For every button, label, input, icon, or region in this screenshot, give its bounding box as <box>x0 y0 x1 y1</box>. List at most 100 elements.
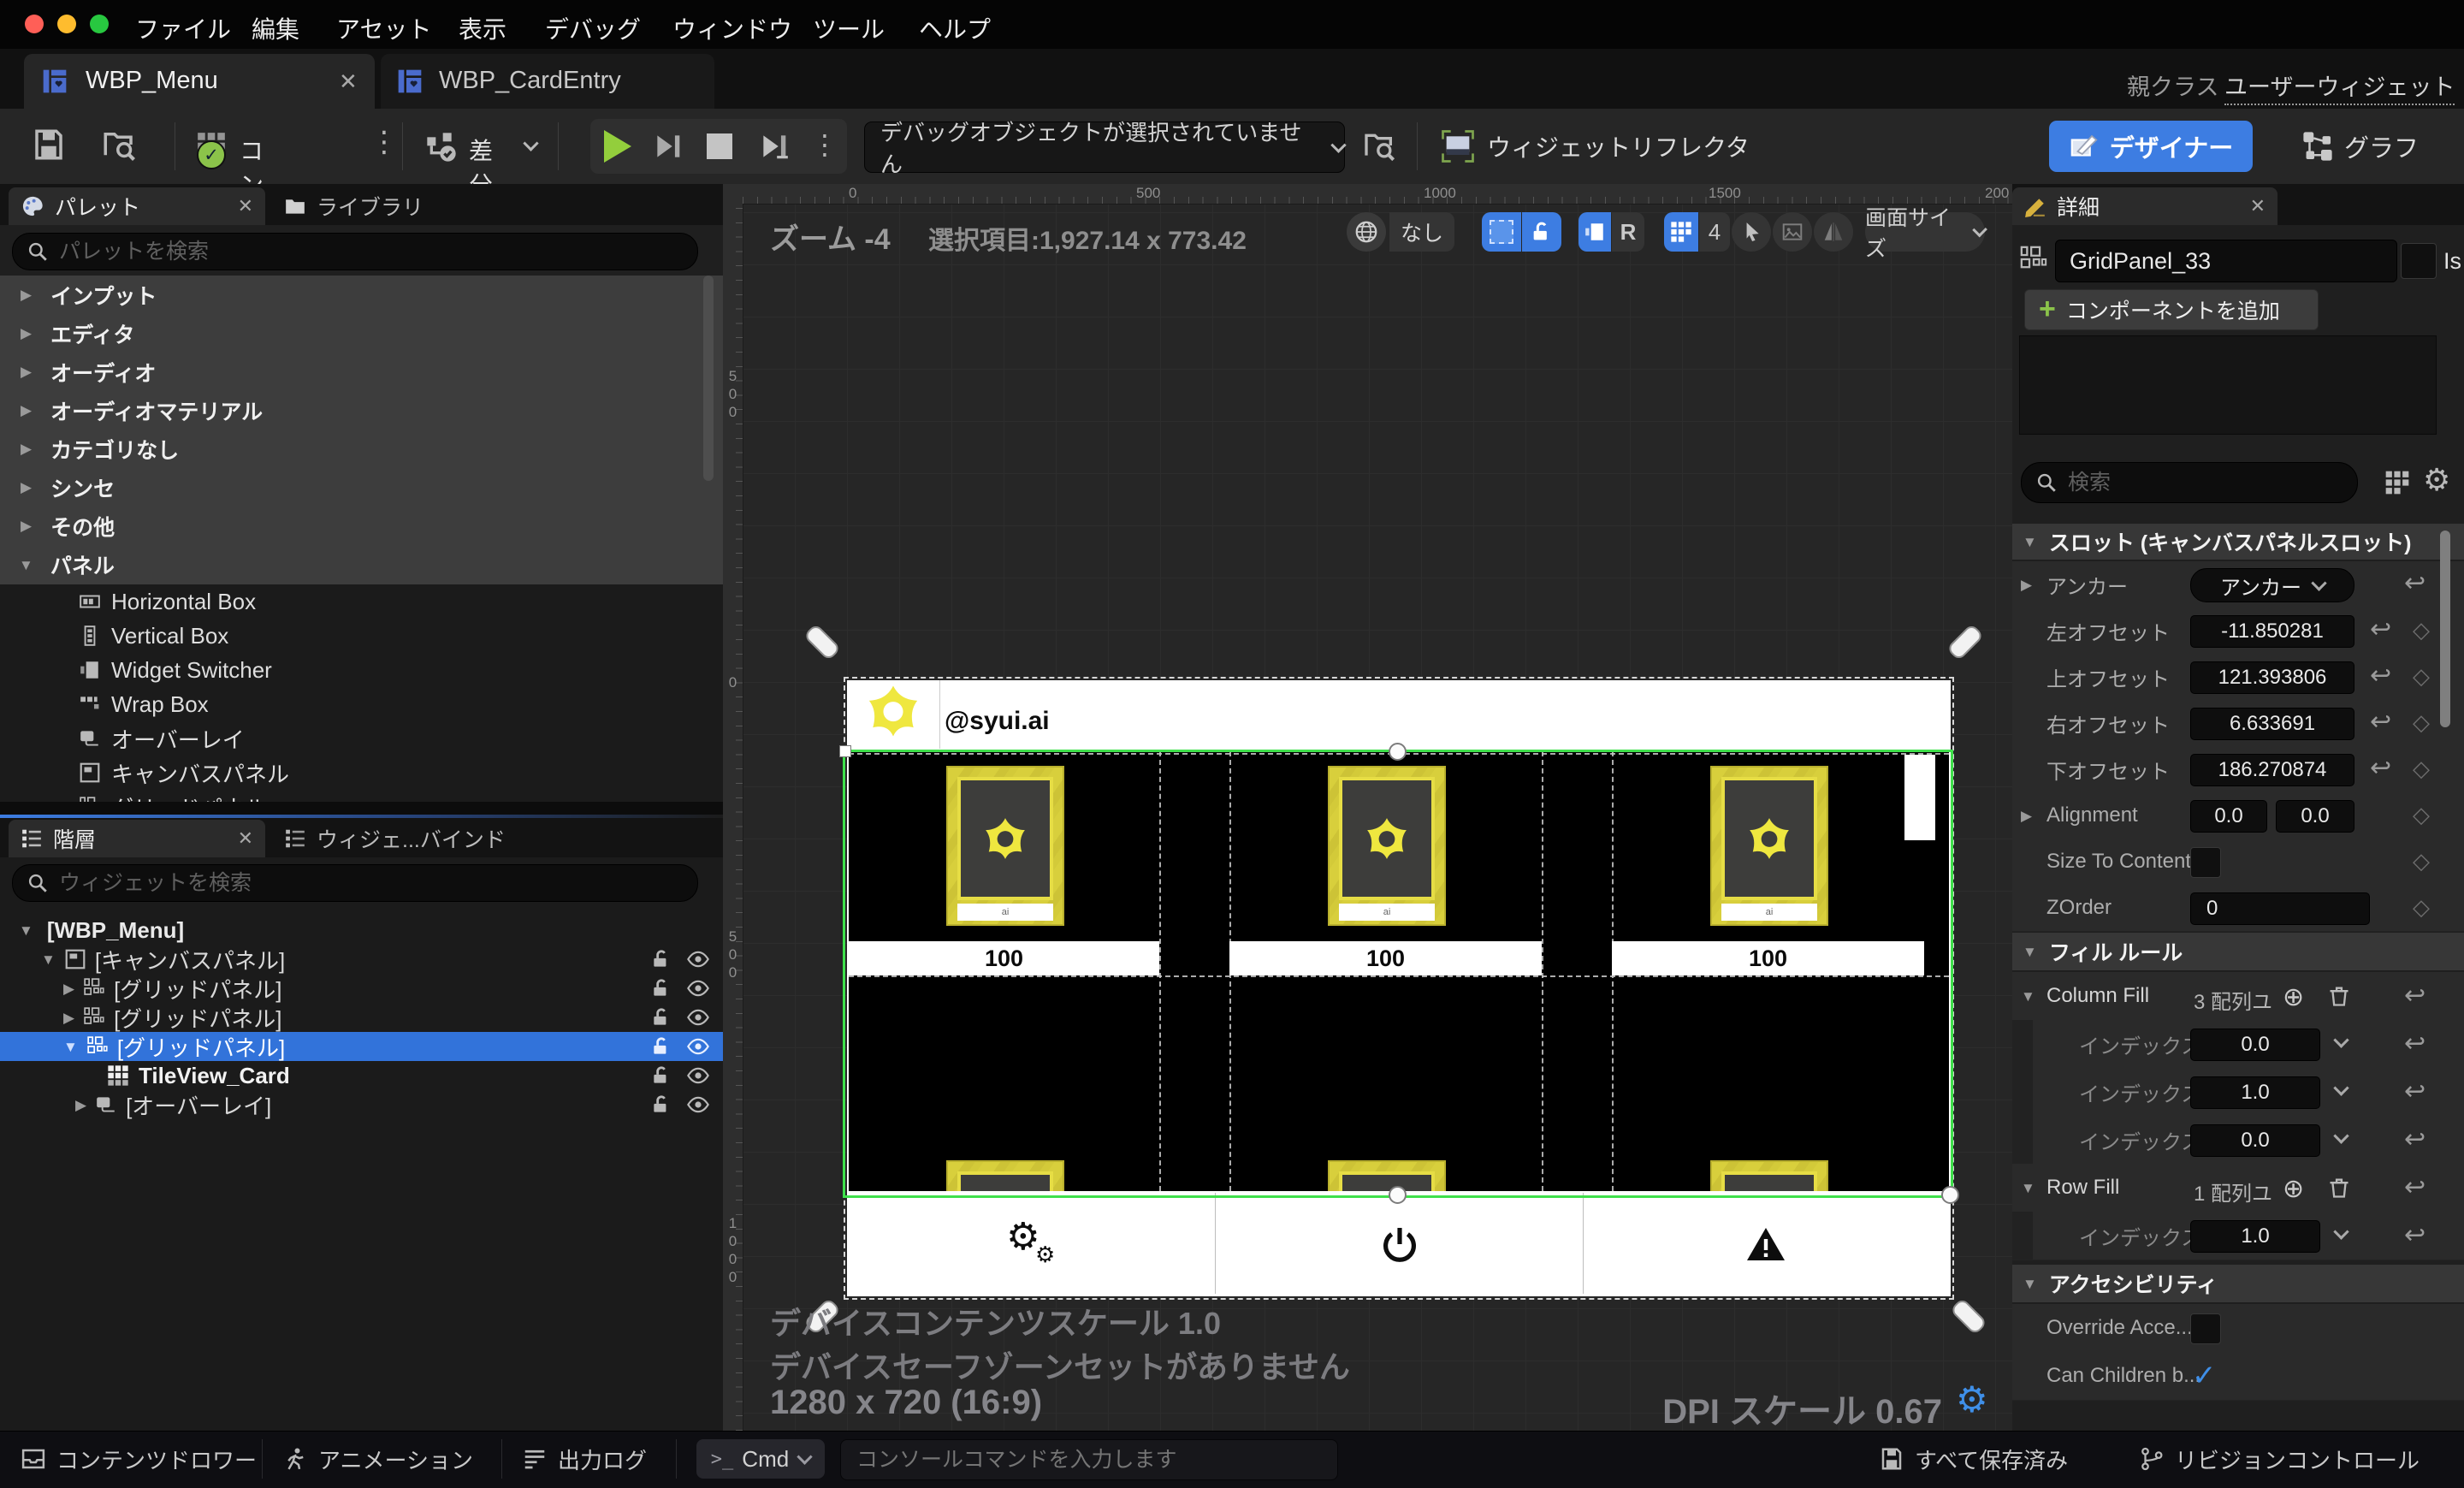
details-scrollbar[interactable] <box>2440 531 2450 727</box>
reset-icon[interactable]: ↩ <box>2370 663 2391 689</box>
align-toggle[interactable] <box>1578 212 1611 252</box>
reset-icon[interactable]: ↩ <box>2404 571 2426 596</box>
add-component-button[interactable]: + コンポーネントを追加 <box>2024 289 2319 330</box>
lock-icon[interactable] <box>650 1094 672 1116</box>
preview-background-button[interactable] <box>1773 212 1812 252</box>
dpi-settings-gear-icon[interactable]: ⚙ <box>1956 1382 1988 1418</box>
details-settings-gear-icon[interactable]: ⚙ <box>2423 465 2450 496</box>
fill-index-input[interactable]: 0.0 <box>2190 1124 2320 1157</box>
hierarchy-row-grid-panel-2[interactable]: ▶ [グリッドパネル] <box>0 1003 723 1032</box>
chevron-down-icon[interactable] <box>2333 1080 2349 1096</box>
reset-icon[interactable]: ↩ <box>2404 1127 2426 1153</box>
reset-icon[interactable]: ↩ <box>2404 1223 2426 1248</box>
selection-handle[interactable] <box>1389 1186 1407 1204</box>
selection-handle[interactable] <box>1941 1186 1959 1204</box>
palette-item-wrap-box[interactable]: Wrap Box <box>0 687 723 721</box>
palette-item-overlay[interactable]: オーバーレイ <box>0 721 723 756</box>
chevron-down-icon[interactable] <box>2333 1032 2349 1048</box>
palette-item-widget-switcher[interactable]: Widget Switcher <box>0 653 723 687</box>
cursor-tool-button[interactable] <box>1732 212 1771 252</box>
fill-index-input[interactable]: 1.0 <box>2190 1220 2320 1253</box>
palette-item-vertical-box[interactable]: Vertical Box <box>0 619 723 653</box>
bind-diamond-icon[interactable]: ◇ <box>2413 757 2430 780</box>
flip-preview-button[interactable] <box>1814 212 1853 252</box>
visibility-eye-icon[interactable] <box>686 1034 710 1058</box>
animation-button[interactable]: アニメーション <box>282 1438 473 1480</box>
tab-library[interactable]: ライブラリ <box>272 187 495 225</box>
reset-icon[interactable]: ↩ <box>2370 617 2391 643</box>
is-variable-checkbox[interactable] <box>2401 243 2437 279</box>
reset-icon[interactable]: ↩ <box>2404 1175 2426 1200</box>
palette-search-input[interactable] <box>57 238 608 265</box>
power-icon[interactable] <box>1379 1224 1420 1265</box>
menu-item-edit[interactable]: 編集 <box>252 11 299 45</box>
reset-icon[interactable]: ↩ <box>2370 709 2391 735</box>
warning-icon[interactable] <box>1745 1224 1786 1265</box>
offset-right-input[interactable]: 6.633691 <box>2190 708 2354 740</box>
menu-item-file[interactable]: ファイル <box>135 11 231 45</box>
tab-widget-bind[interactable]: ウィジェ...バインド <box>272 820 554 857</box>
tab-details[interactable]: 詳細 ✕ <box>2012 187 2277 225</box>
play-to-here-icon[interactable] <box>758 130 791 163</box>
save-icon[interactable] <box>31 127 67 163</box>
visibility-eye-icon[interactable] <box>686 976 710 1000</box>
palette-category-editor[interactable]: ▶ エディタ <box>0 314 723 353</box>
bind-diamond-icon[interactable]: ◇ <box>2413 896 2430 918</box>
trash-icon[interactable] <box>2327 984 2351 1008</box>
tab-close-icon[interactable]: ✕ <box>2250 195 2266 217</box>
menu-item-help[interactable]: ヘルプ <box>919 11 991 45</box>
menu-item-window[interactable]: ウィンドウ <box>672 11 792 45</box>
palette-item-horizontal-box[interactable]: Horizontal Box <box>0 584 723 619</box>
compile-options-icon[interactable]: ⋮ <box>370 125 399 159</box>
zorder-input[interactable]: 0 <box>2190 892 2370 925</box>
can-children-check-icon[interactable]: ✓ <box>2192 1359 2217 1393</box>
palette-category-input[interactable]: ▶ インプット <box>0 276 723 315</box>
palette-category-other[interactable]: ▶ その他 <box>0 507 723 546</box>
hierarchy-row-root[interactable]: ▼ [WBP_Menu] <box>0 916 723 945</box>
lock-icon[interactable] <box>650 1035 672 1058</box>
menu-item-view[interactable]: 表示 <box>459 11 506 45</box>
grid-snap-toggle[interactable] <box>1664 212 1698 252</box>
offset-bottom-input[interactable]: 186.270874 <box>2190 754 2354 786</box>
designer-button[interactable]: デザイナー <box>2049 121 2253 172</box>
trash-icon[interactable] <box>2327 1176 2351 1200</box>
revision-control-button[interactable]: リビジョンコントロール <box>2139 1438 2420 1480</box>
reset-icon[interactable]: ↩ <box>2404 1079 2426 1105</box>
palette-category-uncategorized[interactable]: ▶ カテゴリなし <box>0 430 723 469</box>
globe-button[interactable] <box>1347 212 1386 252</box>
palette-item-canvas-panel[interactable]: キャンバスパネル <box>0 756 723 790</box>
doc-tab-close-icon[interactable]: ✕ <box>339 68 358 95</box>
details-search[interactable] <box>2021 462 2358 503</box>
console-command-input[interactable] <box>855 1446 1305 1473</box>
tab-close-icon[interactable]: ✕ <box>238 195 253 217</box>
visibility-eye-icon[interactable] <box>686 1064 710 1088</box>
widget-name-field[interactable] <box>2055 240 2397 282</box>
hierarchy-search-input[interactable] <box>57 869 608 897</box>
traffic-light-minimize[interactable] <box>57 15 76 33</box>
anchor-dropdown[interactable]: アンカー <box>2190 568 2354 602</box>
palette-category-audio[interactable]: ▶ オーディオ <box>0 353 723 392</box>
selection-handle[interactable] <box>839 745 851 757</box>
chevron-down-icon[interactable] <box>2333 1224 2349 1240</box>
fill-index-input[interactable]: 0.0 <box>2190 1029 2320 1061</box>
section-slot[interactable]: ▼ スロット (キャンバスパネルスロット) <box>2012 524 2464 560</box>
localization-none-button[interactable]: なし <box>1389 212 1454 252</box>
bind-diamond-icon[interactable]: ◇ <box>2413 619 2430 641</box>
property-matrix-icon[interactable] <box>2384 469 2411 496</box>
content-drawer-button[interactable]: コンテンツドロワー <box>21 1438 257 1480</box>
play-button-icon[interactable] <box>604 130 631 163</box>
parent-class-link[interactable]: ユーザーウィジェット <box>2224 68 2455 105</box>
add-element-icon[interactable]: ⊕ <box>2283 1174 2304 1204</box>
palette-category-panel[interactable]: ▼ パネル <box>0 545 723 585</box>
traffic-light-close[interactable] <box>25 15 44 33</box>
bind-diamond-icon[interactable]: ◇ <box>2413 850 2430 872</box>
fill-index-input[interactable]: 1.0 <box>2190 1076 2320 1109</box>
grid-snap-size[interactable]: 4 <box>1699 212 1730 252</box>
lock-icon[interactable] <box>650 977 672 999</box>
stop-button-icon[interactable] <box>707 133 732 159</box>
visibility-eye-icon[interactable] <box>686 1093 710 1117</box>
alignment-y-input[interactable]: 0.0 <box>2276 800 2354 833</box>
doc-tab-inactive[interactable]: WBP_CardEntry <box>381 54 714 109</box>
hierarchy-row-overlay[interactable]: ▶ [オーバーレイ] <box>0 1090 723 1119</box>
traffic-light-zoom[interactable] <box>90 15 109 33</box>
